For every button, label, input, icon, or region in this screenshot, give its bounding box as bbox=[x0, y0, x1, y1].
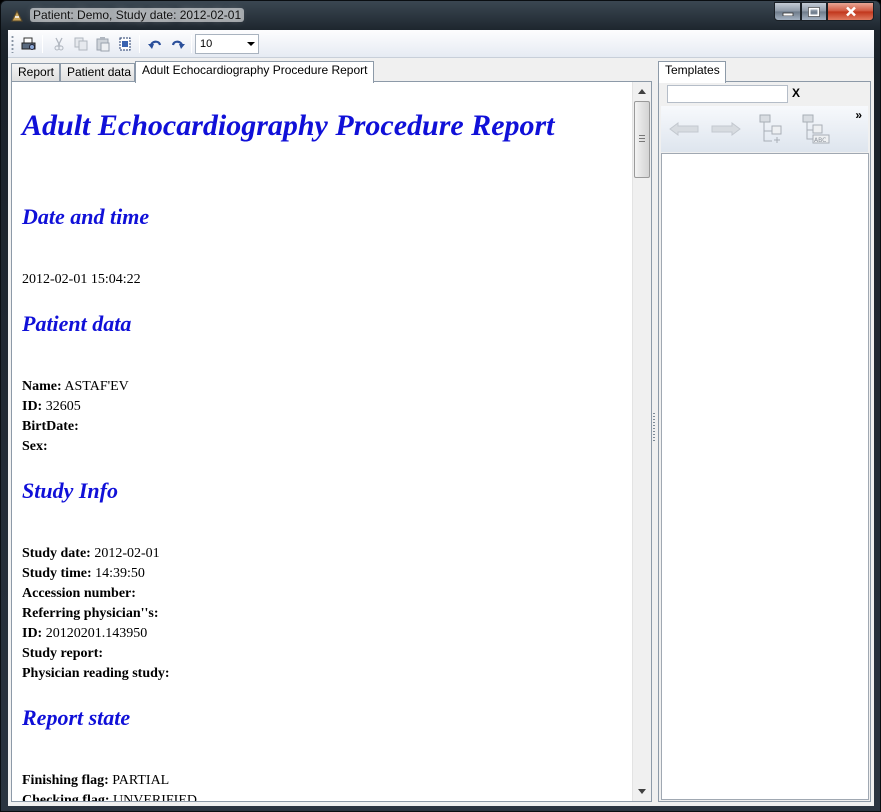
application-window: Patient: Demo, Study date: 2012-02-01 10… bbox=[0, 0, 881, 812]
redo-icon bbox=[171, 40, 185, 49]
clear-search-button[interactable]: X bbox=[792, 86, 800, 100]
arrow-up-icon bbox=[638, 89, 646, 94]
date-time-value: 2012-02-01 15:04:22 bbox=[22, 272, 141, 287]
tab-echo-report[interactable]: Adult Echocardiography Procedure Report bbox=[135, 61, 374, 83]
copy-button[interactable] bbox=[72, 35, 90, 53]
toolbar-grip[interactable] bbox=[11, 35, 14, 53]
toolbar-separator bbox=[42, 35, 43, 53]
toolbar-separator bbox=[139, 35, 140, 53]
templates-panel: X ABC » bbox=[658, 81, 871, 802]
section-heading-report-state: Report state bbox=[22, 705, 131, 730]
template-search-input[interactable] bbox=[667, 85, 788, 103]
font-size-select[interactable]: 10 bbox=[195, 34, 259, 54]
study-id-line: ID: 20120201.143950 bbox=[22, 626, 148, 641]
tab-report[interactable]: Report bbox=[11, 63, 60, 82]
tab-templates[interactable]: Templates bbox=[658, 61, 726, 83]
close-icon bbox=[845, 6, 856, 17]
main-toolbar: 10 bbox=[8, 30, 874, 58]
patient-name-line: Name: ASTAF'EV bbox=[22, 379, 129, 394]
checking-flag-line: Checking flag: UNVERIFIED bbox=[22, 793, 197, 801]
select-all-icon bbox=[119, 37, 131, 51]
scissors-icon bbox=[54, 37, 64, 51]
print-icon bbox=[21, 37, 36, 50]
arrow-left-icon bbox=[669, 122, 699, 136]
paste-button[interactable] bbox=[94, 35, 112, 53]
templates-tree[interactable] bbox=[661, 153, 869, 800]
patient-id-line: ID: 32605 bbox=[22, 399, 81, 414]
study-time-line: Study time: 14:39:50 bbox=[22, 566, 145, 581]
accession-number-line: Accession number: bbox=[22, 586, 136, 601]
minimize-icon bbox=[782, 12, 793, 16]
undo-button[interactable] bbox=[146, 35, 164, 53]
study-report-line: Study report: bbox=[22, 646, 104, 661]
referring-physician-line: Referring physician''s: bbox=[22, 606, 159, 621]
arrow-down-icon bbox=[638, 789, 646, 794]
toolbar-overflow-button[interactable]: » bbox=[855, 108, 862, 122]
toolbar-separator bbox=[191, 35, 192, 53]
section-heading-study-info: Study Info bbox=[22, 478, 118, 503]
svg-text:ABC: ABC bbox=[814, 137, 826, 144]
report-panel: Adult Echocardiography Procedure Report … bbox=[11, 81, 652, 802]
patient-birthdate-line: BirtDate: bbox=[22, 419, 79, 434]
maximize-icon bbox=[808, 6, 820, 17]
window-title: Patient: Demo, Study date: 2012-02-01 bbox=[30, 8, 245, 22]
report-title: Adult Echocardiography Procedure Report bbox=[22, 109, 555, 142]
vertical-scrollbar[interactable] bbox=[632, 82, 651, 801]
arrow-right-icon bbox=[711, 122, 741, 136]
scroll-up-button[interactable] bbox=[633, 83, 651, 100]
finishing-flag-line: Finishing flag: PARTIAL bbox=[22, 773, 170, 788]
new-folder-icon bbox=[759, 114, 782, 143]
copy-icon bbox=[74, 37, 88, 51]
select-all-button[interactable] bbox=[116, 35, 134, 53]
cut-button[interactable] bbox=[50, 35, 68, 53]
templates-toolbar: ABC » bbox=[661, 106, 868, 152]
rename-template-button[interactable]: ABC bbox=[799, 112, 833, 146]
report-document[interactable]: Adult Echocardiography Procedure Report … bbox=[12, 82, 632, 801]
maximize-button[interactable] bbox=[801, 2, 827, 21]
splitter-grip-icon bbox=[653, 413, 655, 441]
physician-reading-line: Physician reading study: bbox=[22, 666, 170, 681]
tab-patient-data[interactable]: Patient data bbox=[60, 63, 135, 82]
close-button[interactable] bbox=[827, 2, 874, 21]
new-template-button[interactable] bbox=[755, 112, 789, 146]
patient-sex-line: Sex: bbox=[22, 439, 48, 454]
title-bar[interactable]: Patient: Demo, Study date: 2012-02-01 bbox=[1, 1, 880, 30]
paste-icon bbox=[96, 37, 110, 52]
client-area: 10 Report Patient data Adult Echocardiog… bbox=[8, 30, 874, 806]
chevron-down-icon[interactable] bbox=[247, 42, 255, 46]
minimize-button[interactable] bbox=[774, 2, 801, 21]
grip-icon bbox=[639, 135, 645, 143]
back-button[interactable] bbox=[667, 112, 701, 146]
redo-button[interactable] bbox=[169, 35, 187, 53]
scroll-down-button[interactable] bbox=[633, 783, 651, 800]
forward-button[interactable] bbox=[709, 112, 743, 146]
font-size-value: 10 bbox=[200, 38, 213, 50]
undo-icon bbox=[148, 40, 162, 49]
section-heading-patient-data: Patient data bbox=[22, 311, 132, 336]
print-button[interactable] bbox=[20, 35, 38, 53]
section-heading-date-time: Date and time bbox=[22, 204, 150, 229]
study-date-line: Study date: 2012-02-01 bbox=[22, 546, 160, 561]
app-icon bbox=[11, 9, 23, 22]
scrollbar-thumb[interactable] bbox=[634, 101, 650, 178]
rename-icon: ABC bbox=[802, 114, 830, 144]
